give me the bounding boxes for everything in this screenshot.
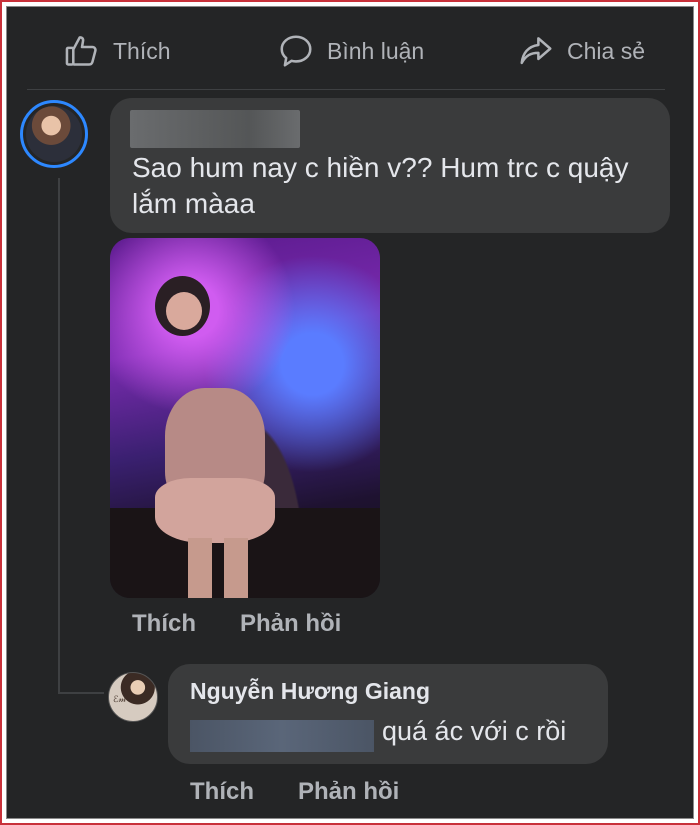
thread-line xyxy=(58,178,60,694)
avatar-signature-mark: ℰ𝓂 xyxy=(113,695,127,705)
like-action-button[interactable]: Thích xyxy=(63,29,171,73)
share-arrow-icon xyxy=(520,37,552,65)
comment-like-link[interactable]: Thích xyxy=(132,610,196,638)
thread-branch xyxy=(58,692,104,694)
redacted-name xyxy=(130,110,300,148)
photo-figure-legs xyxy=(188,538,248,598)
reply-like-link[interactable]: Thích xyxy=(190,778,254,806)
reply-author-avatar[interactable]: ℰ𝓂 xyxy=(108,672,158,722)
comment-text: Sao hum nay c hiền v?? Hum trc c quậy lắ… xyxy=(132,152,629,219)
reply-reply-link[interactable]: Phản hồi xyxy=(298,778,399,806)
action-divider xyxy=(27,89,665,90)
redacted-mention xyxy=(190,720,374,752)
comment-action-button[interactable]: Bình luận xyxy=(277,29,424,73)
share-action-label: Chia sẻ xyxy=(567,37,645,64)
comment-photo[interactable] xyxy=(110,238,380,598)
comment-reply-link[interactable]: Phản hồi xyxy=(240,610,341,638)
thumbs-up-icon xyxy=(65,36,97,66)
like-action-label: Thích xyxy=(113,37,171,64)
share-action-button[interactable]: Chia sẻ xyxy=(517,29,645,73)
reply-bubble: Nguyễn Hương Giang quá ác với c rồi xyxy=(168,664,608,764)
avatar-photo xyxy=(26,106,82,162)
reply-text: quá ác với c rồi xyxy=(382,716,567,746)
photo-figure-face xyxy=(166,292,202,330)
photo-figure-skirt xyxy=(155,478,275,543)
comment-action-label: Bình luận xyxy=(327,37,425,64)
reply-author-name[interactable]: Nguyễn Hương Giang xyxy=(190,678,430,705)
speech-bubble-icon xyxy=(280,35,312,67)
commenter-avatar[interactable] xyxy=(20,100,88,168)
comment-bubble: Sao hum nay c hiền v?? Hum trc c quậy lắ… xyxy=(110,98,670,233)
